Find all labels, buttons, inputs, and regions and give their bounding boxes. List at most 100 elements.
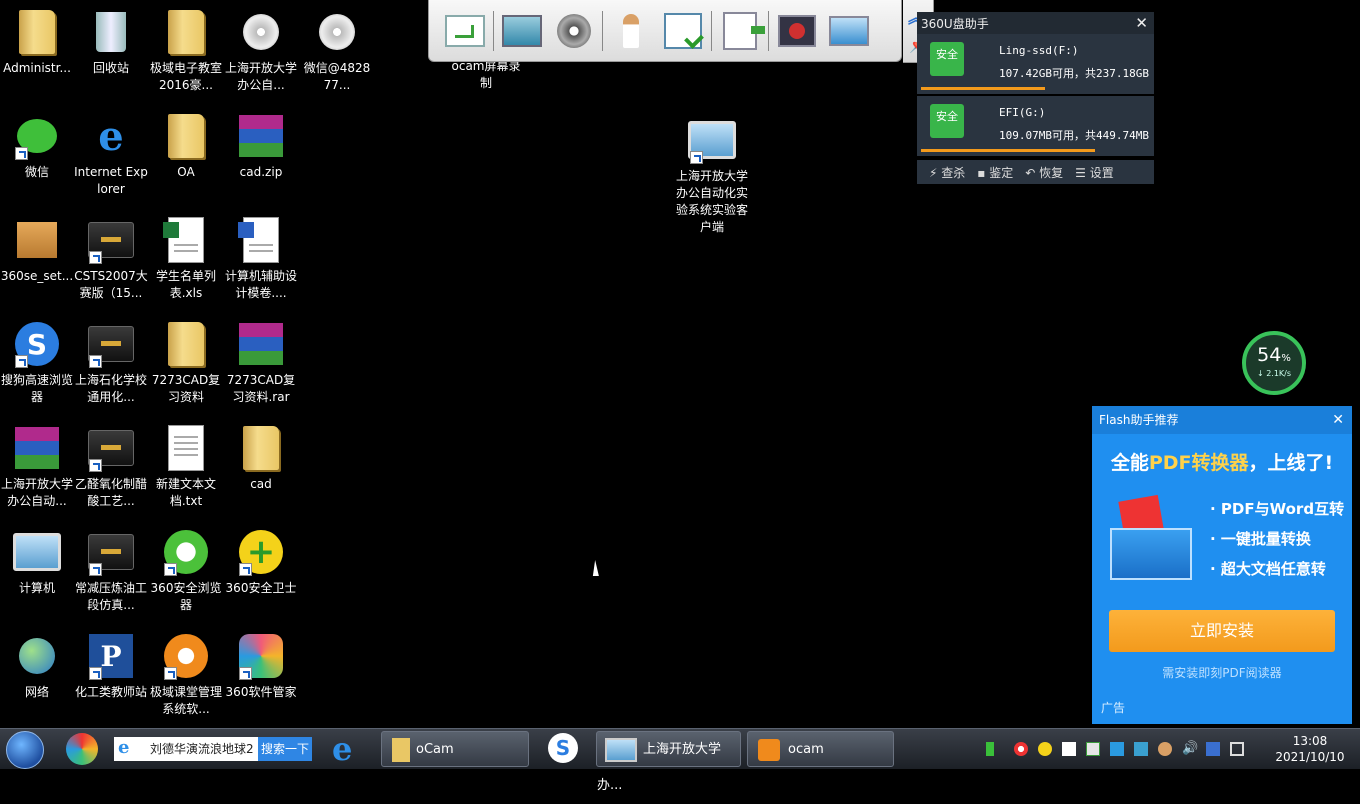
ocam-desktop-label[interactable]: ocam屏幕录制 xyxy=(448,58,524,92)
ocam-icon xyxy=(758,738,780,761)
task-shou-client[interactable]: 上海开放大学办... xyxy=(596,731,741,793)
desktop-icon-network[interactable]: 网络 xyxy=(0,626,74,701)
icon-label: 360se_set... xyxy=(0,269,74,283)
close-icon[interactable]: ✕ xyxy=(1135,14,1148,32)
task-ocam-folder[interactable]: oCam xyxy=(381,731,529,767)
desktop-icon-shou-client[interactable]: 上海开放大学办公自动化实验系统实验客户端 xyxy=(675,110,749,236)
drive-item[interactable]: 安全 EFI(G:) 109.07MB可用，共449.74MB xyxy=(917,96,1154,156)
record-icon[interactable] xyxy=(1014,742,1028,756)
task-label: oCam xyxy=(416,742,454,757)
desktop-icon-acetaldehyde[interactable]: 乙醛氧化制醋酸工艺... xyxy=(74,418,148,510)
desktop-icon-jiyu-mgmt[interactable]: 极域课堂管理系统软... xyxy=(149,626,223,718)
desktop-icon-atm-distill[interactable]: 常减压炼油工段仿真... xyxy=(74,522,148,614)
folder-icon xyxy=(162,320,210,368)
icon-label: 极域电子教室2016豪... xyxy=(149,61,222,92)
desktop-icon-new-txt[interactable]: 新建文本文档.txt xyxy=(149,418,223,510)
checklist-tray-icon[interactable] xyxy=(1086,742,1100,756)
sogou-taskbar-icon[interactable]: S xyxy=(548,733,578,763)
computer-icon xyxy=(688,116,736,164)
network-tray-icon[interactable] xyxy=(1206,742,1220,756)
drive-usage-bar xyxy=(921,87,1045,90)
desktop-icon-360-soft[interactable]: 360软件管家 xyxy=(224,626,298,701)
memory-percent: 54% xyxy=(1257,344,1291,366)
ie-icon: e xyxy=(98,112,124,160)
360-assistant-icon[interactable] xyxy=(66,733,98,765)
search-input[interactable]: e 刘德华演流浪地球2 xyxy=(114,737,258,761)
desktop-icon-sogou[interactable]: S 搜狗高速浏览器 xyxy=(0,314,74,406)
monitor-icon[interactable] xyxy=(827,9,871,53)
icon-label: 上海开放大学办公自动... xyxy=(0,477,73,508)
screen-broadcast-icon[interactable] xyxy=(500,9,544,53)
identify-button[interactable]: ▪ 鉴定 xyxy=(977,164,1013,181)
desktop-icon-wechat-installer[interactable]: 微信@482877... xyxy=(300,2,374,94)
teacher-icon[interactable] xyxy=(609,9,653,53)
network-speed-ball[interactable]: 54% ↓ 2.1K/s xyxy=(1242,331,1306,395)
jiyu-tray-icon[interactable] xyxy=(1110,742,1124,756)
taskbar-clock[interactable]: 13:08 2021/10/10 xyxy=(1270,733,1350,765)
film-reel-icon[interactable] xyxy=(552,9,596,53)
drive-capacity: 107.42GB可用，共237.18GB xyxy=(999,67,1149,80)
desktop-icon-jiyu-classroom[interactable]: 极域电子教室2016豪... xyxy=(149,2,223,94)
mouse-cursor-icon xyxy=(592,560,602,576)
desktop-icon-students-xls[interactable]: 学生名单列表.xls xyxy=(149,210,223,302)
desktop-icon-shou-office[interactable]: 上海开放大学办公自... xyxy=(224,2,298,94)
usb-helper-header: 360U盘助手 ✕ xyxy=(917,12,1154,34)
classroom-mgmt-icon xyxy=(162,632,210,680)
monitor-icon xyxy=(605,737,637,762)
black-screen-icon[interactable] xyxy=(775,9,819,53)
search-button[interactable]: 搜索一下 xyxy=(258,737,312,761)
installer-cd-icon xyxy=(237,8,285,56)
settings-button[interactable]: ☰ 设置 xyxy=(1075,164,1114,181)
icon-label: 7273CAD复习资料 xyxy=(151,373,221,404)
close-icon[interactable]: ✕ xyxy=(1332,406,1344,434)
360-guard-tray-icon[interactable] xyxy=(1038,742,1052,756)
desktop-icon-360se-setup[interactable]: 360se_set... xyxy=(0,210,74,285)
desktop-icon-shou-office-rar[interactable]: 上海开放大学办公自动... xyxy=(0,418,74,510)
desktop-icon-7273cad-rar[interactable]: 7273CAD复习资料.rar xyxy=(224,314,298,406)
scan-button[interactable]: ⚡ 查杀 xyxy=(929,164,965,181)
desktop-icon-wechat[interactable]: 微信 xyxy=(0,106,74,181)
desktop-icon-cad-zip[interactable]: cad.zip xyxy=(224,106,298,181)
action-center-icon[interactable] xyxy=(1230,742,1244,756)
desktop-icon-cad-exam-doc[interactable]: 计算机辅助设计模卷.... xyxy=(224,210,298,302)
drive-safe-badge: 安全 xyxy=(930,42,964,76)
battery-icon[interactable] xyxy=(986,742,994,756)
undo-icon[interactable] xyxy=(443,9,487,53)
drive-safe-badge: 安全 xyxy=(930,104,964,138)
restore-button[interactable]: ↶ 恢复 xyxy=(1025,164,1063,181)
tools-icon[interactable] xyxy=(1134,742,1148,756)
task-label: ocam xyxy=(788,742,824,757)
usb-helper-panel: 360U盘助手 ✕ 安全 Ling-ssd(F:) 107.42GB可用，共23… xyxy=(917,12,1154,184)
ad-feature: · 超大文档任意转 xyxy=(1210,560,1326,578)
user-icon[interactable] xyxy=(1158,742,1172,756)
clipboard-icon[interactable] xyxy=(1062,742,1076,756)
task-ocam[interactable]: ocam xyxy=(747,731,894,767)
file-send-icon[interactable] xyxy=(718,9,765,53)
desktop-icon-ie[interactable]: e Internet Explorer xyxy=(74,106,148,198)
drive-item[interactable]: 安全 Ling-ssd(F:) 107.42GB可用，共237.18GB xyxy=(917,34,1154,94)
desktop-icon-cad-folder[interactable]: cad xyxy=(224,418,298,493)
desktop-icon-360-browser[interactable]: 360安全浏览器 xyxy=(149,522,223,614)
desktop-icon-admin[interactable]: Administr... xyxy=(0,2,74,77)
desktop-icon-360-guard[interactable]: + 360安全卫士 xyxy=(224,522,298,597)
ie-taskbar-icon[interactable]: e xyxy=(332,731,352,767)
icon-label: 上海石化学校通用化... xyxy=(74,373,147,404)
toolbar-divider xyxy=(768,10,769,51)
installer-cd-icon xyxy=(313,8,361,56)
drive-name: EFI(G:) xyxy=(999,106,1046,119)
desktop-icon-csts2007[interactable]: CSTS2007大赛版（15... xyxy=(74,210,148,302)
volume-icon[interactable]: 🔊 xyxy=(1182,742,1198,756)
desktop-icon-sh-petro[interactable]: 上海石化学校通用化... xyxy=(74,314,148,406)
desktop-icon-chem-teacher[interactable]: P 化工类教师站 xyxy=(74,626,148,701)
ad-headline: 全能PDF转换器，上线了! xyxy=(1110,452,1334,474)
desktop-icon-7273cad-folder[interactable]: 7273CAD复习资料 xyxy=(149,314,223,406)
install-button[interactable]: 立即安装 xyxy=(1109,610,1335,652)
start-button[interactable] xyxy=(6,731,44,769)
desktop-icon-computer[interactable]: 计算机 xyxy=(0,522,74,597)
desktop-icon-oa[interactable]: OA xyxy=(149,106,223,181)
checklist-icon[interactable] xyxy=(661,9,705,53)
desktop-icon-recycle-bin[interactable]: 回收站 xyxy=(74,2,148,77)
simulation-app-icon xyxy=(87,424,135,472)
icon-label: 7273CAD复习资料.rar xyxy=(226,373,296,404)
drive-name: Ling-ssd(F:) xyxy=(999,44,1079,57)
